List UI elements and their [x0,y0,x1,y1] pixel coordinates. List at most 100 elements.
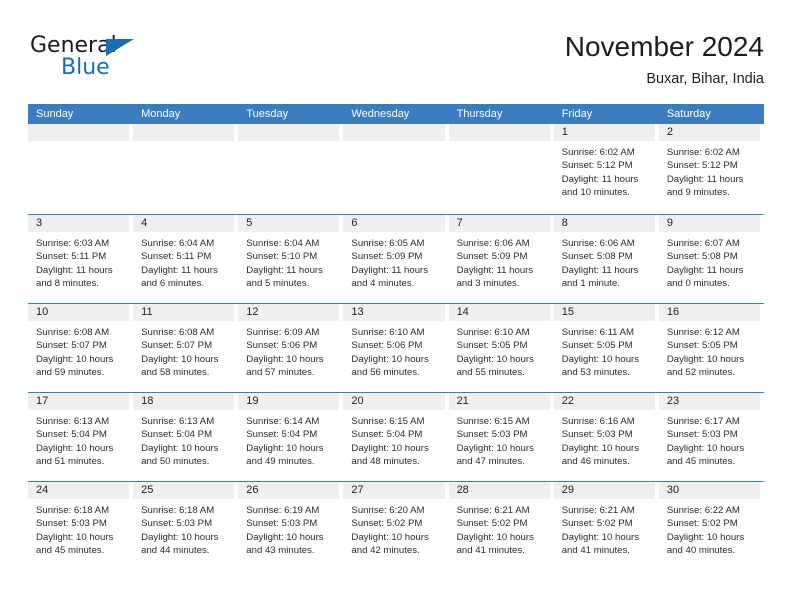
daylight-text-line2: and 5 minutes. [246,278,310,290]
day-info: Sunrise: 6:21 AM Sunset: 5:02 PM Dayligh… [554,499,655,558]
week-row: 24 Sunrise: 6:18 AM Sunset: 5:03 PM Dayl… [28,481,764,570]
sunset-text: Sunset: 5:02 PM [456,518,528,530]
day-cell [238,124,343,214]
sunset-text: Sunset: 5:03 PM [561,429,633,441]
day-info: Sunrise: 6:04 AM Sunset: 5:10 PM Dayligh… [238,232,339,291]
title-block: November 2024 Buxar, Bihar, India [565,30,764,89]
daylight-text-line2: and 44 minutes. [141,545,210,557]
day-cell[interactable]: 28 Sunrise: 6:21 AM Sunset: 5:02 PM Dayl… [448,482,554,570]
day-cell[interactable]: 8 Sunrise: 6:06 AM Sunset: 5:08 PM Dayli… [553,215,659,303]
day-cell[interactable]: 19 Sunrise: 6:14 AM Sunset: 5:04 PM Dayl… [238,393,343,481]
day-cell[interactable]: 5 Sunrise: 6:04 AM Sunset: 5:10 PM Dayli… [238,215,343,303]
day-cell[interactable]: 7 Sunrise: 6:06 AM Sunset: 5:09 PM Dayli… [448,215,554,303]
day-cell[interactable]: 24 Sunrise: 6:18 AM Sunset: 5:03 PM Dayl… [28,482,133,570]
day-cell[interactable]: 25 Sunrise: 6:18 AM Sunset: 5:03 PM Dayl… [133,482,238,570]
day-cell[interactable]: 23 Sunrise: 6:17 AM Sunset: 5:03 PM Dayl… [658,393,764,481]
day-cell[interactable]: 4 Sunrise: 6:04 AM Sunset: 5:11 PM Dayli… [133,215,238,303]
day-cell[interactable]: 1 Sunrise: 6:02 AM Sunset: 5:12 PM Dayli… [553,124,659,214]
day-cell[interactable]: 21 Sunrise: 6:15 AM Sunset: 5:03 PM Dayl… [448,393,554,481]
sunset-text: Sunset: 5:06 PM [246,340,318,352]
daylight-text-line2: and 50 minutes. [141,456,210,468]
daylight-text-line1: Daylight: 11 hours [561,173,639,185]
day-number: 29 [553,482,655,499]
day-info: Sunrise: 6:14 AM Sunset: 5:04 PM Dayligh… [238,410,339,469]
daylight-text-line1: Daylight: 10 hours [561,531,640,543]
daylight-text-line2: and 45 minutes. [666,456,736,468]
day-number: 26 [238,482,340,499]
day-cell[interactable]: 10 Sunrise: 6:08 AM Sunset: 5:07 PM Dayl… [28,304,133,392]
sunset-text: Sunset: 5:09 PM [351,251,423,263]
day-number: 12 [238,304,340,321]
daylight-text-line1: Daylight: 10 hours [351,353,429,365]
weekday-header-wednesday: Wednesday [351,108,410,120]
daylight-text-line2: and 52 minutes. [666,367,736,379]
day-info: Sunrise: 6:06 AM Sunset: 5:08 PM Dayligh… [554,232,655,291]
day-cell[interactable]: 17 Sunrise: 6:13 AM Sunset: 5:04 PM Dayl… [28,393,133,481]
day-info: Sunrise: 6:12 AM Sunset: 5:05 PM Dayligh… [659,321,760,380]
daylight-text-line1: Daylight: 10 hours [246,442,324,454]
day-cell[interactable]: 16 Sunrise: 6:12 AM Sunset: 5:05 PM Dayl… [658,304,764,392]
weekday-header-friday: Friday [561,108,593,120]
day-cell[interactable]: 18 Sunrise: 6:13 AM Sunset: 5:04 PM Dayl… [133,393,238,481]
day-number [133,124,235,141]
day-cell[interactable]: 30 Sunrise: 6:22 AM Sunset: 5:02 PM Dayl… [658,482,764,570]
daylight-text-line2: and 51 minutes. [36,456,105,468]
day-number: 2 [658,124,760,141]
sunset-text: Sunset: 5:03 PM [36,518,107,530]
day-cell[interactable]: 14 Sunrise: 6:10 AM Sunset: 5:05 PM Dayl… [448,304,554,392]
day-number: 5 [238,215,340,232]
daylight-text-line1: Daylight: 11 hours [141,264,218,276]
daylight-text-line1: Daylight: 10 hours [561,353,640,365]
sunrise-text: Sunrise: 6:10 AM [351,327,425,338]
sunrise-text: Sunrise: 6:19 AM [246,505,320,516]
sunrise-text: Sunrise: 6:02 AM [561,147,635,158]
day-number: 18 [133,393,235,410]
day-cell[interactable]: 2 Sunrise: 6:02 AM Sunset: 5:12 PM Dayli… [658,124,764,214]
daylight-text-line2: and 57 minutes. [246,367,315,379]
sunrise-text: Sunrise: 6:08 AM [36,327,110,338]
daylight-text-line1: Daylight: 10 hours [351,442,429,454]
day-number: 7 [448,215,550,232]
general-blue-logo[interactable]: General Blue [30,34,210,86]
day-cell [343,124,448,214]
sunset-text: Sunset: 5:09 PM [456,251,528,263]
sunrise-text: Sunrise: 6:04 AM [246,238,320,249]
day-number: 14 [448,304,550,321]
day-cell[interactable]: 26 Sunrise: 6:19 AM Sunset: 5:03 PM Dayl… [238,482,343,570]
day-number [238,124,340,141]
daylight-text-line1: Daylight: 11 hours [561,264,639,276]
day-cell[interactable]: 12 Sunrise: 6:09 AM Sunset: 5:06 PM Dayl… [238,304,343,392]
daylight-text-line2: and 56 minutes. [351,367,420,379]
day-cell[interactable]: 3 Sunrise: 6:03 AM Sunset: 5:11 PM Dayli… [28,215,133,303]
triangle-icon [106,39,134,56]
day-number: 17 [28,393,130,410]
sunset-text: Sunset: 5:03 PM [456,429,528,441]
daylight-text-line1: Daylight: 10 hours [36,531,114,543]
day-cell[interactable]: 29 Sunrise: 6:21 AM Sunset: 5:02 PM Dayl… [553,482,659,570]
daylight-text-line1: Daylight: 11 hours [666,173,744,185]
daylight-text-line1: Daylight: 10 hours [456,531,534,543]
week-row: 3 Sunrise: 6:03 AM Sunset: 5:11 PM Dayli… [28,214,764,303]
daylight-text-line1: Daylight: 11 hours [351,264,429,276]
day-cell[interactable]: 13 Sunrise: 6:10 AM Sunset: 5:06 PM Dayl… [343,304,448,392]
day-cell[interactable]: 15 Sunrise: 6:11 AM Sunset: 5:05 PM Dayl… [553,304,659,392]
calendar-page: General Blue November 2024 Buxar, Bihar,… [0,0,792,612]
sunrise-text: Sunrise: 6:08 AM [141,327,215,338]
day-cell[interactable]: 22 Sunrise: 6:16 AM Sunset: 5:03 PM Dayl… [553,393,659,481]
day-cell[interactable]: 20 Sunrise: 6:15 AM Sunset: 5:04 PM Dayl… [343,393,448,481]
sunset-text: Sunset: 5:04 PM [36,429,107,441]
daylight-text-line2: and 43 minutes. [246,545,315,557]
day-cell[interactable]: 6 Sunrise: 6:05 AM Sunset: 5:09 PM Dayli… [343,215,448,303]
day-number [343,124,445,141]
day-cell[interactable]: 9 Sunrise: 6:07 AM Sunset: 5:08 PM Dayli… [658,215,764,303]
day-cell[interactable]: 11 Sunrise: 6:08 AM Sunset: 5:07 PM Dayl… [133,304,238,392]
day-cell[interactable]: 27 Sunrise: 6:20 AM Sunset: 5:02 PM Dayl… [343,482,448,570]
day-number: 25 [133,482,235,499]
sunrise-text: Sunrise: 6:21 AM [456,505,530,516]
sunrise-text: Sunrise: 6:06 AM [456,238,530,249]
sunset-text: Sunset: 5:10 PM [246,251,318,263]
day-info: Sunrise: 6:08 AM Sunset: 5:07 PM Dayligh… [28,321,129,380]
daylight-text-line2: and 40 minutes. [666,545,736,557]
day-number: 24 [28,482,130,499]
sunrise-text: Sunrise: 6:16 AM [561,416,635,427]
